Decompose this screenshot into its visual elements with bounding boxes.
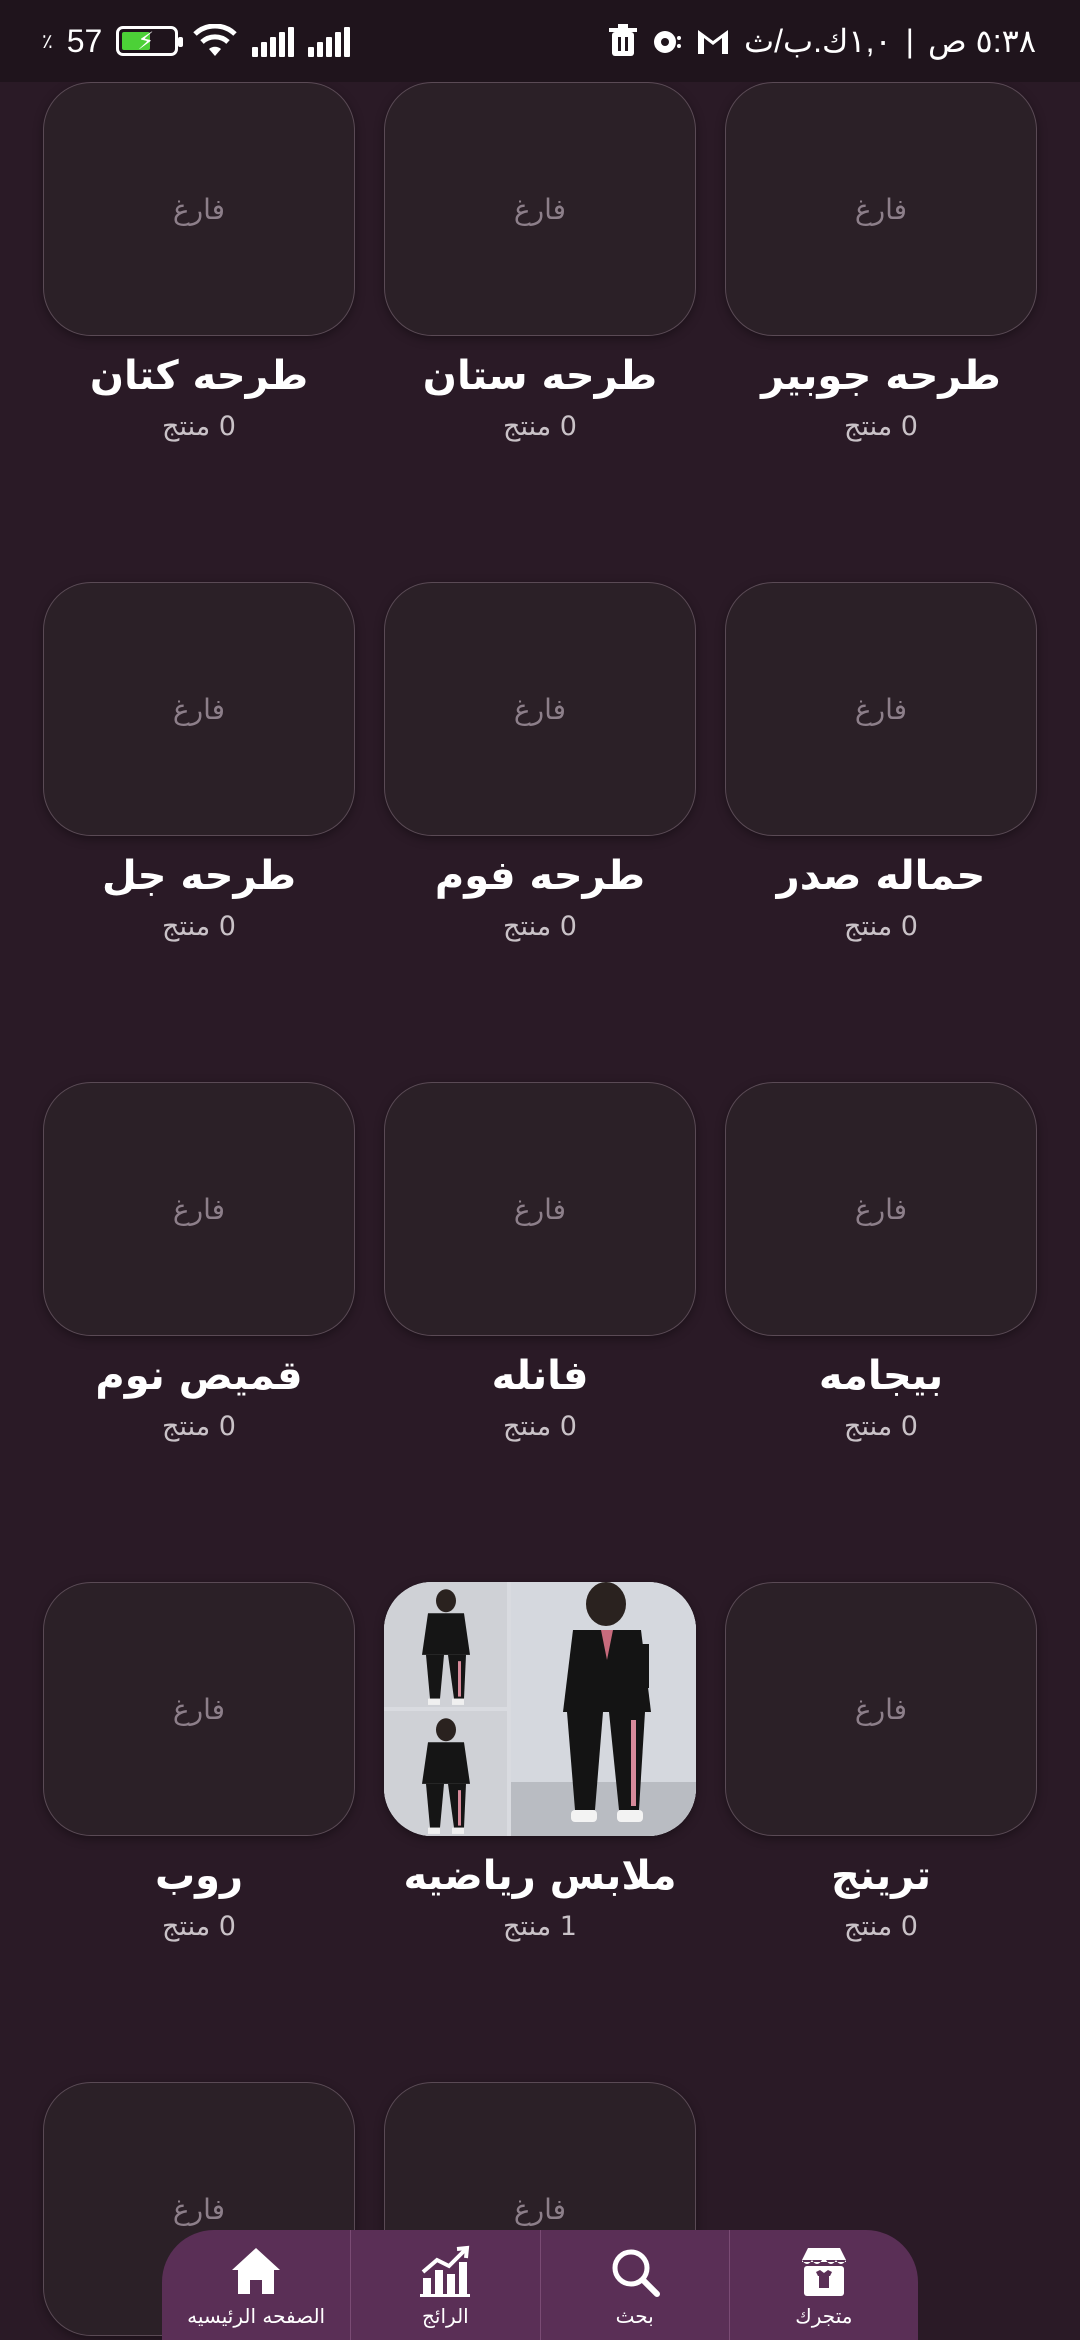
battery-level: 57	[66, 22, 103, 59]
notification-app-icon	[653, 31, 681, 53]
search-icon	[612, 2249, 660, 2297]
category-name: طرحه ستان	[422, 353, 658, 399]
category-product-count: 0 منتج	[844, 1411, 918, 1442]
category-name: بيجامه	[818, 1353, 944, 1399]
signal-strength-icon-1	[252, 25, 295, 57]
category-product-count: 0 منتج	[844, 911, 918, 942]
status-right: ١,٠ك.ب/ث | ٥:٣٨ ص	[608, 22, 1036, 60]
category-card[interactable]: فارغ طرحه جل 0 منتج	[43, 582, 355, 944]
product-photo	[384, 1582, 507, 1707]
empty-thumbnail-label: فارغ	[854, 1692, 908, 1726]
category-card[interactable]: فارغ فانله 0 منتج	[384, 1082, 696, 1444]
category-name: قميص نوم	[95, 1353, 303, 1399]
category-card[interactable]: فارغ روب 0 منتج	[43, 1582, 355, 1944]
empty-thumbnail-label: فارغ	[854, 1192, 908, 1226]
empty-thumbnail-label: فارغ	[513, 192, 567, 226]
category-thumbnail[interactable]: فارغ	[725, 1082, 1037, 1336]
category-thumbnail[interactable]: فارغ	[725, 82, 1037, 336]
trending-chart-icon	[420, 2245, 471, 2297]
category-product-count: 0 منتج	[844, 1911, 918, 1942]
clock: ٥:٣٨ ص	[927, 23, 1036, 59]
nav-item-search[interactable]: بحث	[541, 2230, 730, 2340]
category-thumbnail[interactable]: فارغ	[725, 1582, 1037, 1836]
product-photo	[384, 1711, 507, 1836]
status-bar: ٪ 57 ⚡ ١,٠ك.ب/ث | ٥:٣٨ ص	[0, 0, 1080, 82]
category-name: طرحه جوبير	[761, 353, 1001, 399]
gmail-icon	[697, 30, 728, 54]
nav-label-search: بحث	[615, 2304, 654, 2328]
category-product-count: 0 منتج	[162, 911, 236, 942]
category-name: ملابس رياضيه	[403, 1853, 677, 1899]
empty-thumbnail-label: فارغ	[172, 1192, 226, 1226]
nav-label-home: الصفحه الرئيسيه	[187, 2304, 326, 2328]
category-thumbnail[interactable]: فارغ	[384, 582, 696, 836]
empty-thumbnail-label: فارغ	[854, 692, 908, 726]
category-thumbnail[interactable]: فارغ	[725, 582, 1037, 836]
category-product-count: 0 منتج	[844, 411, 918, 442]
battery-percent-sign: ٪	[42, 30, 53, 53]
category-name: طرحه جل	[101, 853, 297, 899]
category-product-count: 1 منتج	[503, 1911, 577, 1942]
category-product-count: 0 منتج	[162, 1911, 236, 1942]
category-name: طرحه فوم	[434, 853, 646, 899]
category-photo-thumbnail[interactable]	[384, 1582, 696, 1836]
category-card[interactable]: فارغ طرحه جوبير 0 منتج	[725, 82, 1037, 444]
home-icon	[232, 2248, 281, 2294]
category-card[interactable]: فارغ قميص نوم 0 منتج	[43, 1082, 355, 1444]
category-name: حماله صدر	[776, 853, 986, 899]
network-speed: ١,٠ك.ب/ث	[743, 23, 892, 59]
category-name: فانله	[491, 1353, 589, 1399]
empty-thumbnail-label: فارغ	[172, 692, 226, 726]
trash-icon	[608, 24, 637, 56]
empty-thumbnail-label: فارغ	[513, 1192, 567, 1226]
category-thumbnail[interactable]: فارغ	[43, 1082, 355, 1336]
category-card[interactable]: فارغ طرحه فوم 0 منتج	[384, 582, 696, 944]
empty-thumbnail-label: فارغ	[513, 692, 567, 726]
category-card[interactable]: فارغ طرحه ستان 0 منتج	[384, 82, 696, 444]
empty-thumbnail-label: فارغ	[172, 2192, 226, 2226]
nav-label-trending: الرائج	[422, 2304, 469, 2328]
category-thumbnail[interactable]: فارغ	[384, 82, 696, 336]
category-card[interactable]: فارغ ترينج 0 منتج	[725, 1582, 1037, 1944]
empty-thumbnail-label: فارغ	[513, 2192, 567, 2226]
store-icon	[801, 2248, 846, 2296]
category-card[interactable]: ملابس رياضيه 1 منتج	[384, 1582, 696, 1944]
nav-item-trending[interactable]: الرائج	[351, 2230, 541, 2340]
product-photo-collage	[384, 1582, 696, 1836]
category-product-count: 0 منتج	[162, 411, 236, 442]
category-product-count: 0 منتج	[503, 1411, 577, 1442]
signal-strength-icon-2	[308, 25, 351, 57]
nav-item-store[interactable]: متجرك	[730, 2230, 918, 2340]
nav-label-store: متجرك	[795, 2304, 853, 2328]
category-name: روب	[154, 1853, 244, 1899]
wifi-icon	[193, 24, 238, 56]
category-name: طرحه كتان	[89, 353, 309, 399]
empty-thumbnail-label: فارغ	[172, 192, 226, 226]
category-card[interactable]: فارغ بيجامه 0 منتج	[725, 1082, 1037, 1444]
bottom-navigation: الصفحه الرئيسيه الرائج بحث متجرك	[162, 2230, 918, 2340]
empty-thumbnail-label: فارغ	[172, 1692, 226, 1726]
category-product-count: 0 منتج	[503, 911, 577, 942]
category-grid[interactable]: فارغ طرحه جوبير 0 منتج فارغ طرحه ستان 0 …	[0, 82, 1080, 2340]
product-photo	[511, 1582, 696, 1836]
category-card[interactable]: فارغ طرحه كتان 0 منتج	[43, 82, 355, 444]
empty-thumbnail-label: فارغ	[854, 192, 908, 226]
category-name: ترينج	[830, 1853, 932, 1899]
category-product-count: 0 منتج	[503, 411, 577, 442]
status-left: ٪ 57 ⚡	[42, 22, 351, 60]
category-thumbnail[interactable]: فارغ	[43, 1582, 355, 1836]
nav-item-home[interactable]: الصفحه الرئيسيه	[162, 2230, 352, 2340]
category-thumbnail[interactable]: فارغ	[43, 582, 355, 836]
category-thumbnail[interactable]: فارغ	[384, 1082, 696, 1336]
category-product-count: 0 منتج	[162, 1411, 236, 1442]
battery-icon: ⚡	[116, 26, 184, 56]
status-divider: |	[905, 22, 914, 59]
category-card[interactable]: فارغ حماله صدر 0 منتج	[725, 582, 1037, 944]
category-thumbnail[interactable]: فارغ	[43, 82, 355, 336]
